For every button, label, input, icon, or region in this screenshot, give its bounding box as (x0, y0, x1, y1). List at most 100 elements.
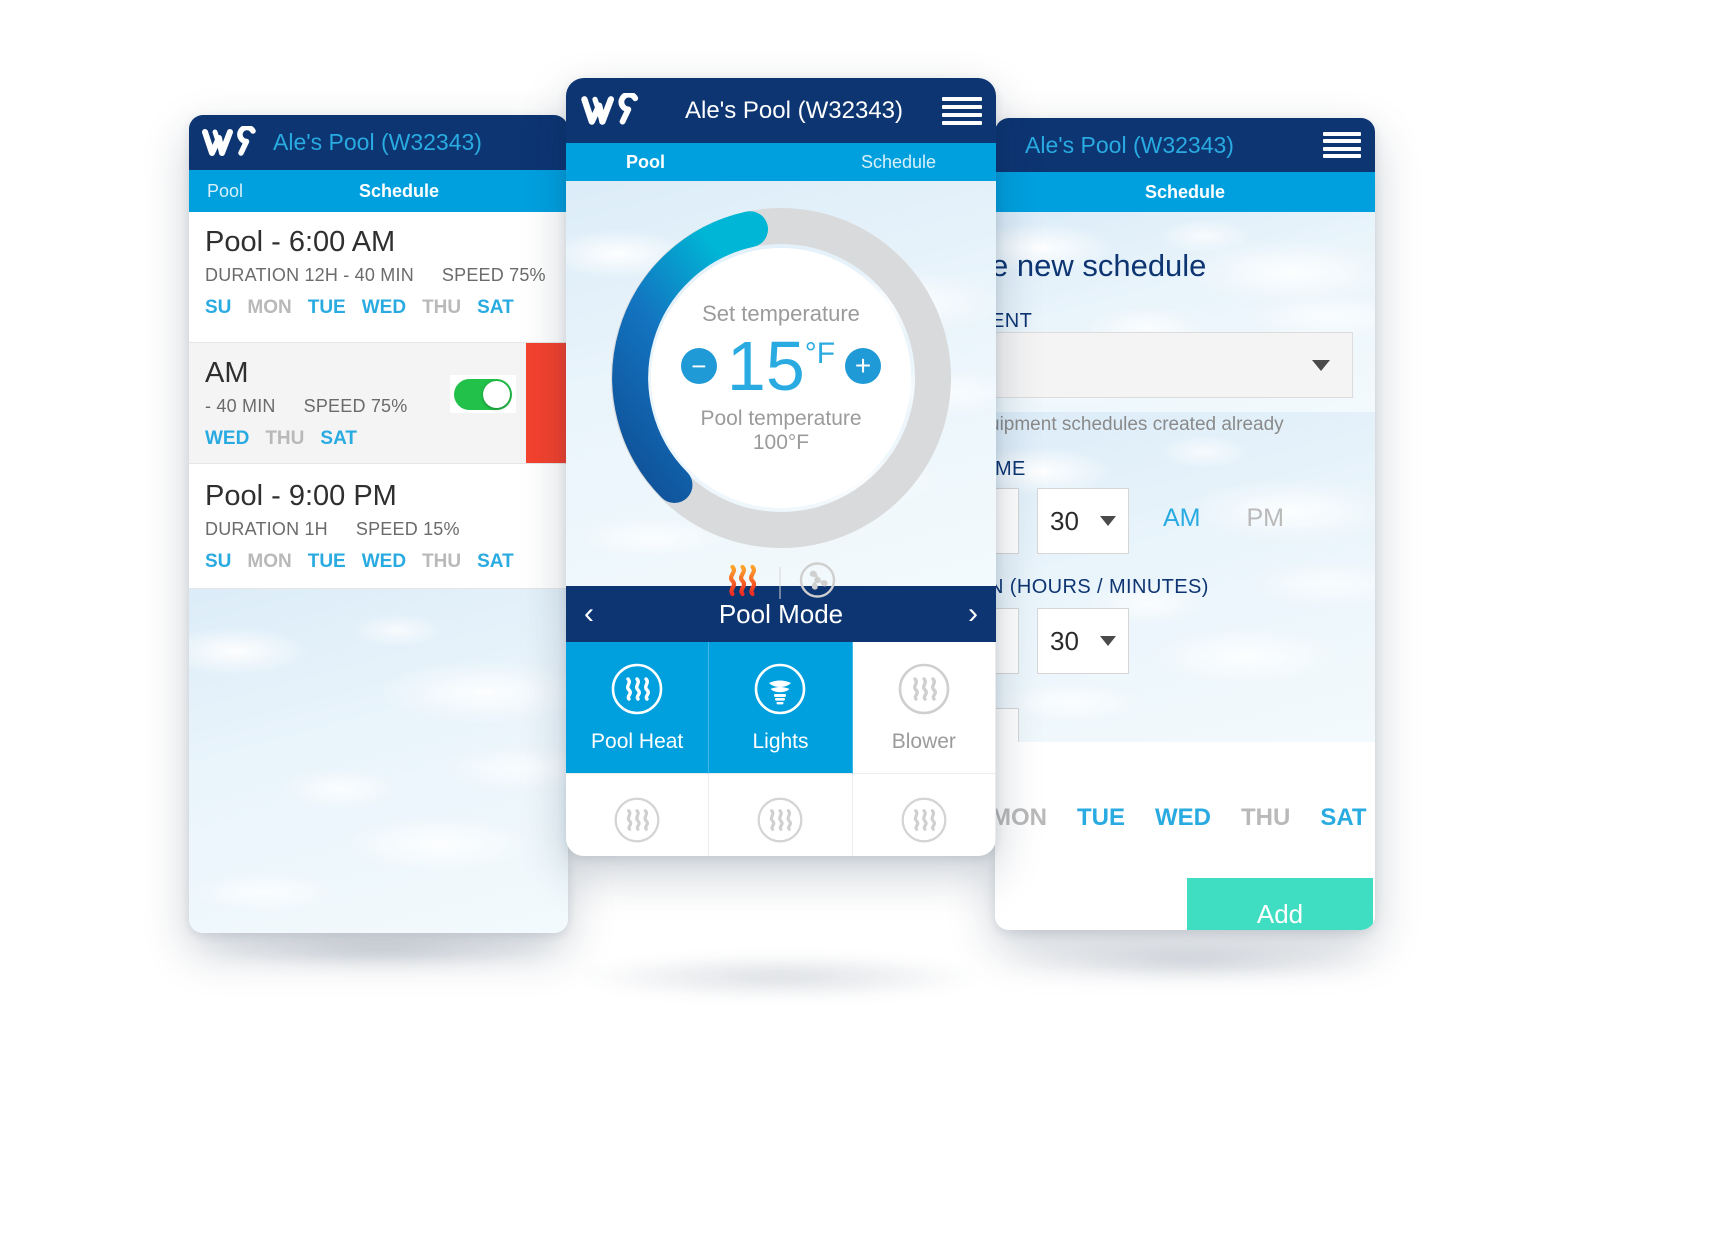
time-label: IME (995, 458, 1026, 480)
tab-schedule[interactable]: Schedule (861, 152, 936, 173)
pm-option[interactable]: PM (1247, 504, 1285, 533)
day-tue[interactable]: TUE (308, 551, 346, 573)
day-sat[interactable]: SAT (1320, 804, 1366, 832)
phone-new-schedule: Ale's Pool (W32343) Schedule e new sched… (995, 118, 1375, 930)
set-temperature-value: 15 (726, 327, 805, 405)
w-wrench-logo (580, 92, 646, 129)
screenshot-canvas: Ale's Pool (W32343) Pool Schedule Pool -… (0, 0, 1717, 1246)
temperature-increase-button[interactable]: + (845, 348, 882, 384)
time-minute-select[interactable]: 30 (1037, 488, 1129, 554)
schedule-enable-toggle[interactable] (450, 375, 516, 413)
page-title: Ale's Pool (W32343) (684, 96, 903, 124)
temperature-row: − 15 °F + (680, 327, 882, 405)
pool-temperature-label: Pool temperature (700, 407, 862, 430)
duration-minute-select[interactable]: 30 (1037, 608, 1129, 674)
day-tue[interactable]: TUE (1077, 804, 1125, 832)
day-wed[interactable]: WED (362, 551, 406, 573)
hamburger-menu-icon[interactable] (1323, 132, 1361, 158)
schedule-item-duration: DURATION 1H (205, 519, 328, 539)
duration-minute-value: 30 (1050, 625, 1079, 656)
heat-waves-icon (755, 795, 805, 850)
ampm-selector: AM PM (1163, 504, 1284, 533)
heat-waves-icon[interactable] (726, 563, 762, 602)
schedule-list-item[interactable]: Pool - 6:00 AM DURATION 12H - 40 MIN SPE… (189, 212, 568, 342)
tab-pool[interactable]: Pool (189, 181, 359, 202)
mode-label: Lights (752, 729, 809, 753)
page-title: Ale's Pool (W32343) (1025, 131, 1234, 158)
tab-pool[interactable]: Pool (626, 152, 665, 173)
temperature-dial[interactable]: Set temperature − 15 °F + Pool temperatu… (607, 204, 955, 552)
w-wrench-logo (201, 125, 263, 160)
day-wed[interactable]: WED (205, 428, 249, 450)
am-option[interactable]: AM (1163, 504, 1201, 533)
day-wed[interactable]: WED (362, 297, 406, 319)
new-schedule-heading: e new schedule (995, 248, 1207, 283)
day-sat[interactable]: SAT (477, 297, 514, 319)
mode-cell-cleaner-valve[interactable]: Cleaner valve (566, 774, 710, 856)
phone-shadow-left (200, 930, 560, 970)
new-schedule-body: uipment schedules created already IME 30… (995, 412, 1375, 774)
time-hour-select[interactable] (995, 488, 1019, 554)
day-thu[interactable]: THU (422, 551, 461, 573)
mode-label: Blower (891, 729, 956, 753)
heat-waves-icon (897, 662, 951, 721)
mode-cell-lights[interactable]: Lights (709, 642, 853, 774)
schedule-item-duration: DURATION 12H - 40 MIN (205, 265, 414, 285)
day-mon[interactable]: MON (247, 297, 291, 319)
duration-hour-select[interactable] (995, 608, 1019, 674)
schedule-list-item[interactable]: Pool - 9:00 PM DURATION 1H SPEED 15% SU … (189, 464, 568, 588)
day-sat[interactable]: SAT (477, 551, 514, 573)
new-schedule-footer: MON TUE WED THU SAT Add (995, 742, 1375, 930)
day-thu[interactable]: THU (422, 297, 461, 319)
schedule-item-speed: SPEED 75% (303, 396, 408, 416)
chevron-down-icon[interactable] (1312, 359, 1330, 371)
mode-cell-blower[interactable]: Blower (852, 642, 996, 774)
day-mon[interactable]: MON (995, 804, 1047, 832)
add-button[interactable]: Add (1187, 878, 1373, 930)
phone-schedule-list: Ale's Pool (W32343) Pool Schedule Pool -… (189, 115, 568, 933)
duration-label: N (HOURS / MINUTES) (995, 576, 1209, 598)
chevron-left-icon[interactable]: ‹ (584, 599, 594, 629)
chevron-right-icon[interactable]: › (968, 599, 978, 629)
add-button-label: Add (1256, 898, 1304, 929)
w-wrench-logo-svg (202, 125, 256, 156)
day-thu[interactable]: THU (265, 428, 304, 450)
day-sat[interactable]: SAT (320, 428, 357, 450)
tab-schedule[interactable]: Schedule (359, 181, 439, 202)
time-minute-value: 30 (1050, 505, 1079, 536)
hamburger-menu-icon[interactable] (941, 96, 982, 125)
mode-cell-motor-valve[interactable]: Motor valve (852, 774, 996, 856)
fan-blower-icon[interactable] (799, 561, 837, 604)
pool-mode-grid: Pool Heat Lights Blower (566, 642, 996, 856)
schedule-list: Pool - 6:00 AM DURATION 12H - 40 MIN SPE… (189, 212, 568, 933)
mode-cell-drain-valve[interactable]: Drain valve (709, 774, 853, 856)
light-bulb-icon (753, 662, 807, 721)
chevron-down-icon[interactable] (1100, 636, 1116, 646)
w-wrench-logo-svg (581, 92, 639, 125)
phone-pool: Ale's Pool (W32343) Pool Schedule Set te… (566, 78, 996, 856)
schedule-item-speed: SPEED 15% (355, 519, 460, 539)
toggle-track (454, 378, 512, 410)
tabbar-schedule-list: Pool Schedule (189, 170, 568, 212)
pool-temperature-value: 100°F (752, 431, 810, 454)
schedule-list-item-selected[interactable]: AM - 40 MIN SPEED 75% WED THU SAT (189, 343, 568, 463)
mode-cell-pool-heat[interactable]: Pool Heat (566, 642, 710, 774)
day-thu[interactable]: THU (1241, 804, 1290, 832)
tab-schedule[interactable]: Schedule (1145, 182, 1225, 203)
temperature-decrease-button[interactable]: − (680, 348, 717, 384)
delete-action-strip[interactable] (526, 343, 568, 463)
day-wed[interactable]: WED (1155, 804, 1211, 832)
day-tue[interactable]: TUE (308, 297, 346, 319)
status-divider (779, 566, 781, 599)
schedule-item-days: SU MON TUE WED THU SAT (205, 551, 552, 573)
day-mon[interactable]: MON (247, 551, 291, 573)
heat-waves-icon (610, 662, 664, 721)
day-su[interactable]: SU (205, 551, 231, 573)
equipment-select[interactable] (995, 332, 1353, 398)
schedule-item-days: WED THU SAT (205, 428, 568, 450)
schedule-item-duration: - 40 MIN (205, 396, 276, 416)
chevron-down-icon[interactable] (1100, 516, 1116, 526)
day-su[interactable]: SU (205, 297, 231, 319)
phone-shadow-right (1000, 940, 1380, 982)
temperature-unit: °F (804, 337, 836, 370)
